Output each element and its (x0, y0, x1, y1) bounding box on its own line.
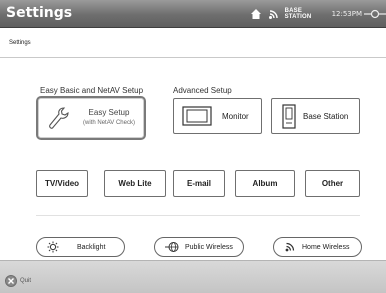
wrench-icon (49, 107, 69, 129)
basic-setup-heading: Easy Basic and NetAV Setup (40, 86, 144, 95)
connector-icon (364, 9, 386, 19)
wireless-icon (285, 242, 295, 252)
backlight-label: Backlight (77, 243, 106, 251)
home-wireless-label: Home Wireless (302, 243, 350, 251)
clock: 12:53PM (331, 10, 362, 18)
quit-label[interactable]: Quit (20, 278, 31, 284)
base-station-indicator: BASE STATION (284, 8, 312, 20)
breadcrumb: Settings (0, 28, 386, 58)
title-bar: Settings BASE STATION 12:53PM (0, 0, 386, 28)
home-wireless-button[interactable]: Home Wireless (273, 237, 362, 257)
settings-panel: Easy Basic and NetAV Setup Advanced Setu… (0, 59, 386, 260)
home-icon (250, 9, 261, 19)
wireless-signal-icon (268, 10, 278, 19)
easy-setup-sublabel: (with NetAV Check) (83, 120, 135, 126)
email-button[interactable]: E-mail (173, 170, 225, 197)
monitor-icon (182, 106, 212, 126)
web-lite-button[interactable]: Web Lite (104, 170, 166, 197)
backlight-button[interactable]: Backlight (36, 237, 125, 257)
album-button[interactable]: Album (235, 170, 295, 197)
base-station-label: Base Station (303, 111, 349, 121)
advanced-setup-heading: Advanced Setup (173, 86, 232, 95)
bottom-bar: Quit (0, 260, 386, 293)
quit-icon[interactable] (5, 275, 17, 287)
monitor-label: Monitor (222, 111, 249, 121)
monitor-button[interactable]: Monitor (173, 98, 262, 134)
sun-icon (47, 241, 59, 253)
easy-setup-label: Easy Setup (88, 108, 130, 117)
public-wireless-button[interactable]: Public Wireless (154, 237, 244, 257)
breadcrumb-item: Settings (9, 40, 31, 46)
window-title: Settings (6, 5, 73, 21)
divider (36, 215, 360, 216)
status-area: BASE STATION 12:53PM (244, 4, 386, 24)
base-station-icon (282, 103, 296, 129)
tv-video-button[interactable]: TV/Video (36, 170, 88, 197)
easy-setup-button[interactable]: Easy Setup (with NetAV Check) (36, 96, 146, 140)
other-button[interactable]: Other (305, 170, 360, 197)
base-station-button[interactable]: Base Station (271, 98, 360, 134)
globe-plug-icon (165, 242, 179, 252)
public-wireless-label: Public Wireless (185, 243, 233, 251)
